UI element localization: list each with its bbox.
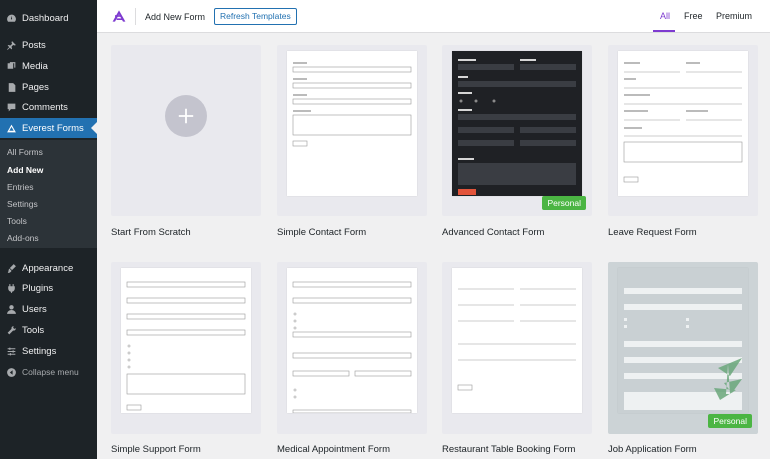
template-thumbnail[interactable] [277,45,427,216]
submenu-add-new[interactable]: Add New [7,165,43,175]
form-preview [287,51,417,196]
template-thumbnail[interactable] [608,45,758,216]
submenu-entries[interactable]: Entries [7,182,33,192]
sidebar-item-settings[interactable]: Settings [0,341,97,361]
media-icon [5,60,17,72]
sidebar-item-plugins[interactable]: Plugins [0,278,97,298]
settings-icon [5,345,17,357]
template-name: Advanced Contact Form [442,227,545,238]
template-name: Start From Scratch [111,227,191,238]
sidebar-item-label: Pages [22,81,49,93]
template-name: Restaurant Table Booking Form [442,444,576,455]
template-thumbnail[interactable]: Personal [608,262,758,434]
sidebar-item-label: Posts [22,39,46,51]
collapse-menu-button[interactable]: Collapse menu [0,362,97,382]
form-preview [121,268,251,413]
template-thumbnail[interactable] [111,262,261,434]
sidebar-item-dashboard[interactable]: Dashboard [0,8,97,28]
sidebar-item-label: Appearance [22,262,74,274]
form-preview [452,51,582,196]
submenu-add-ons[interactable]: Add-ons [7,233,39,243]
template-name: Job Application Form [608,444,697,455]
dashboard-icon [5,12,17,24]
sidebar-item-media[interactable]: Media [0,56,97,76]
template-thumbnail[interactable]: Personal [442,45,592,216]
admin-sidebar: Dashboard Posts Media Pages Comments Eve… [0,0,97,459]
page-header: Add New Form Refresh Templates All Free … [97,0,770,33]
sidebar-item-everest-forms[interactable]: Everest Forms [0,118,97,138]
everest-forms-icon [5,122,17,134]
sidebar-item-pages[interactable]: Pages [0,77,97,97]
premium-badge: Personal [708,414,752,428]
sidebar-item-label: Settings [22,345,57,357]
template-name: Simple Contact Form [277,227,367,238]
comments-icon [5,101,17,113]
template-thumbnail[interactable] [277,262,427,434]
sidebar-item-appearance[interactable]: Appearance [0,258,97,278]
plus-icon [178,108,194,124]
tab-free[interactable]: Free [684,11,703,21]
sidebar-item-label: Media [22,60,48,72]
users-icon [5,303,17,315]
active-tab-indicator [653,30,675,32]
form-preview [287,268,417,414]
header-divider [135,8,136,25]
template-name: Simple Support Form [111,444,201,455]
wrench-icon [5,324,17,336]
add-scratch-button[interactable] [165,95,207,137]
sidebar-item-label: Comments [22,101,68,113]
plugin-icon [5,282,17,294]
sidebar-item-posts[interactable]: Posts [0,35,97,55]
pages-icon [5,81,17,93]
template-thumbnail[interactable] [442,262,592,434]
sidebar-item-users[interactable]: Users [0,299,97,319]
premium-badge: Personal [542,196,586,210]
submenu-settings[interactable]: Settings [7,199,38,209]
tab-all[interactable]: All [660,11,670,21]
template-name: Medical Appointment Form [277,444,390,455]
collapse-icon [5,366,17,378]
sidebar-item-label: Plugins [22,282,54,294]
page-title: Add New Form [145,12,206,22]
everest-forms-submenu: All Forms Add New Entries Settings Tools… [0,140,97,248]
app-window: Dashboard Posts Media Pages Comments Eve… [0,0,770,459]
refresh-templates-button[interactable]: Refresh Templates [214,8,297,25]
sidebar-item-comments[interactable]: Comments [0,97,97,117]
sidebar-item-tools[interactable]: Tools [0,320,97,340]
everest-forms-logo-icon [112,10,126,22]
form-preview [452,268,582,413]
sidebar-item-label: Users [22,303,47,315]
form-preview [618,51,748,196]
sidebar-item-label: Collapse menu [22,367,79,377]
form-preview [618,268,748,413]
sidebar-item-label: Dashboard [22,12,69,24]
pin-icon [5,39,17,51]
submenu-tools[interactable]: Tools [7,216,27,226]
tab-premium[interactable]: Premium [716,11,752,21]
brush-icon [5,262,17,274]
sidebar-item-label: Tools [22,324,45,336]
sidebar-item-label: Everest Forms [22,122,84,134]
template-name: Leave Request Form [608,227,697,238]
submenu-all-forms[interactable]: All Forms [7,147,43,157]
template-thumbnail[interactable] [111,45,261,216]
